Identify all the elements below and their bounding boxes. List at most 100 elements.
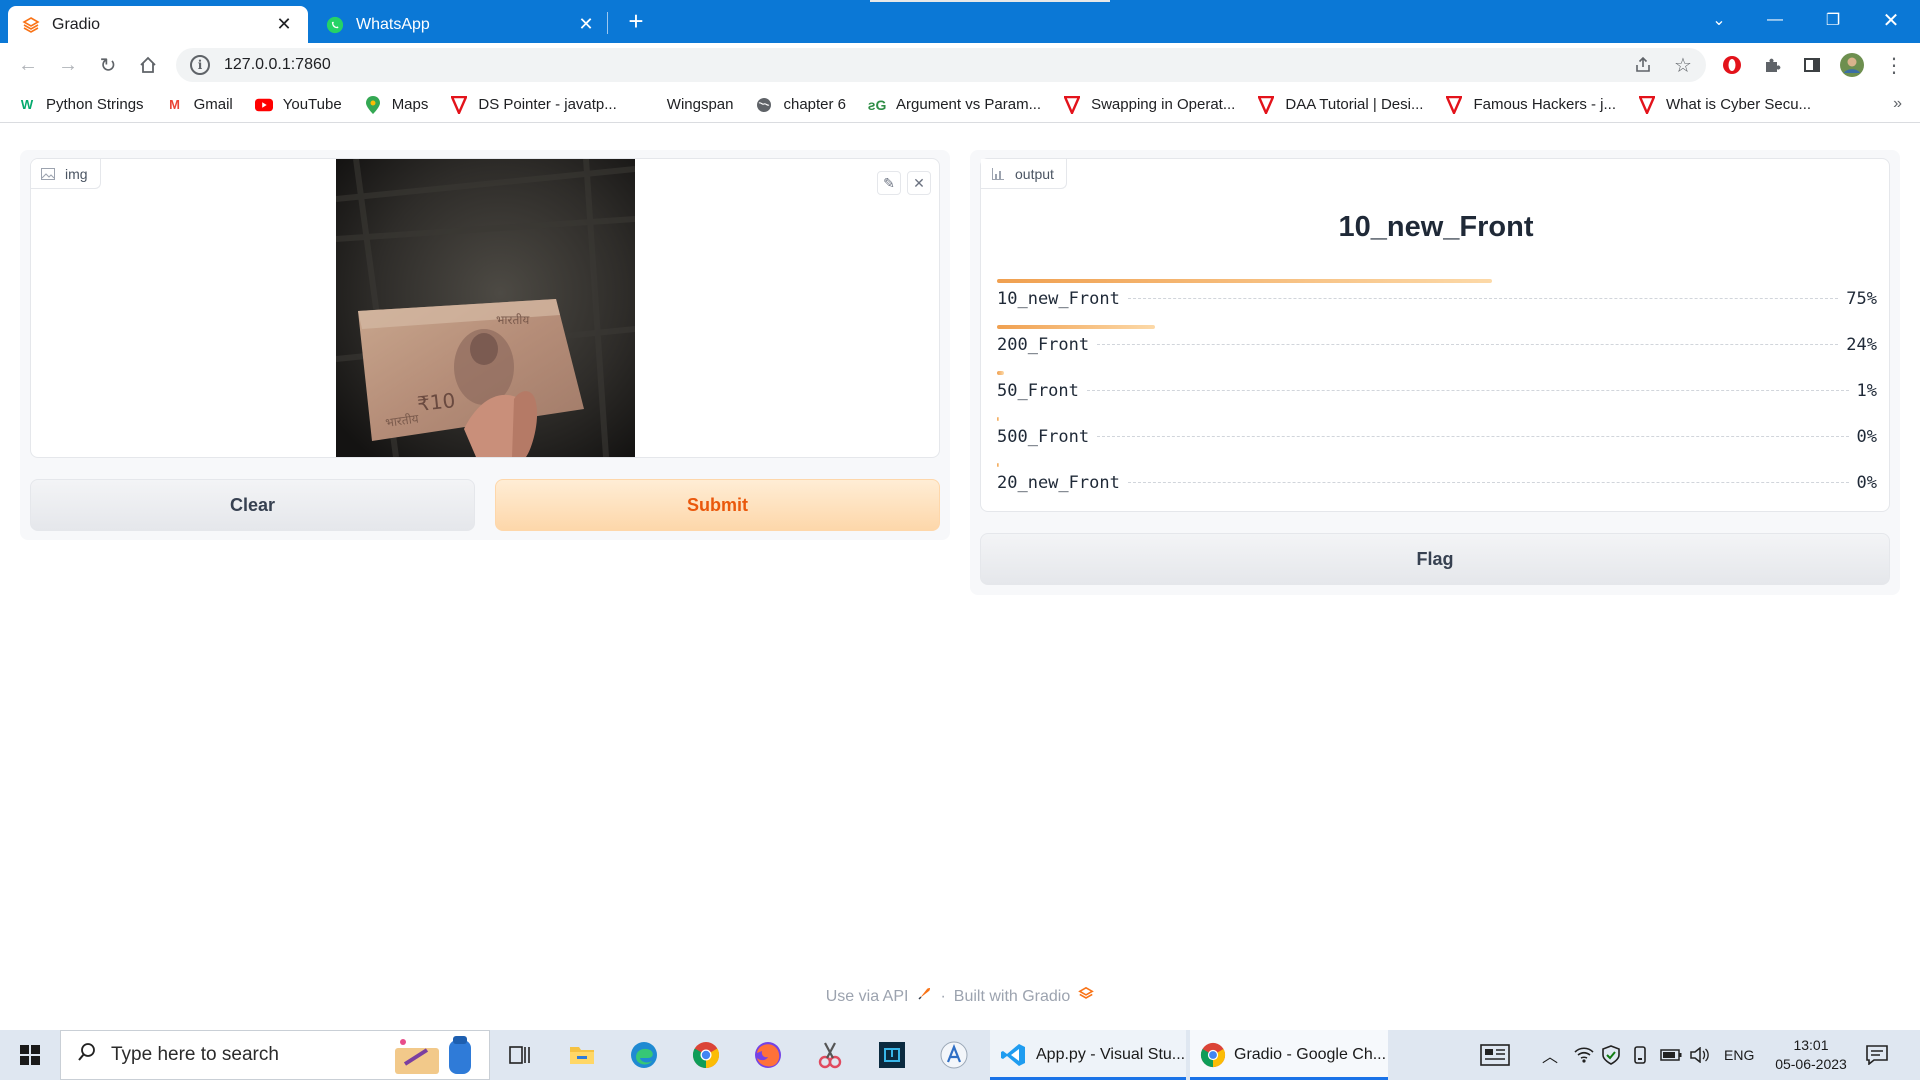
- confidence-bar: [997, 371, 1004, 375]
- news-widget-icon[interactable]: [1480, 1030, 1510, 1080]
- close-window-icon[interactable]: ✕: [1868, 0, 1914, 40]
- window-title: Gradio - Google Ch...: [1234, 1046, 1387, 1063]
- volume-speaker-icon[interactable]: [1690, 1030, 1710, 1080]
- browser-tab-strip: Gradio ✕ WhatsApp ✕ + ⌄ — ❐ ✕: [0, 0, 1920, 43]
- confidence-bar: [997, 279, 1492, 283]
- file-explorer-icon[interactable]: [558, 1035, 606, 1075]
- site-info-icon[interactable]: i: [190, 55, 210, 75]
- bookmark-item[interactable]: DAA Tutorial | Desi...: [1257, 95, 1423, 114]
- bookmark-item[interactable]: M Gmail: [166, 96, 233, 114]
- confidence-label: 50_Front: [997, 381, 1079, 401]
- device-icon[interactable]: [1632, 1030, 1648, 1080]
- more-bookmarks-chevron-icon[interactable]: »: [1893, 95, 1902, 113]
- edit-pencil-icon[interactable]: ✎: [877, 171, 901, 195]
- back-arrow-icon[interactable]: ←: [14, 51, 42, 79]
- new-tab-plus-icon[interactable]: +: [624, 8, 648, 34]
- submit-button[interactable]: Submit: [495, 479, 940, 531]
- minimize-icon[interactable]: —: [1752, 0, 1798, 40]
- bookmark-label: Maps: [391, 96, 429, 113]
- taskbar-search-box[interactable]: Type here to search: [60, 1030, 490, 1080]
- show-hidden-icons-chevron-icon[interactable]: ︿: [1542, 1030, 1558, 1080]
- gradio-icon: [22, 16, 40, 34]
- bookmark-item[interactable]: Famous Hackers - j...: [1445, 95, 1617, 114]
- bookmark-item[interactable]: YouTube: [254, 96, 342, 114]
- bookmark-item[interactable]: ƨG Argument vs Param...: [868, 96, 1041, 114]
- confidence-label: 10_new_Front: [997, 289, 1120, 309]
- built-with-gradio-link[interactable]: Built with Gradio: [954, 988, 1071, 1006]
- uploaded-banknote-image: ₹10 भारतीय भारतीय: [336, 159, 635, 457]
- confidence-percent: 0%: [1856, 427, 1877, 447]
- confidence-bar: [997, 417, 999, 421]
- image-tools: ✎ ✕: [877, 171, 931, 195]
- label-output: output 10_new_Front 10_new_Front 75% 200_F…: [980, 158, 1890, 512]
- firefox-icon[interactable]: [744, 1035, 792, 1075]
- profile-avatar-icon[interactable]: [1838, 51, 1866, 79]
- system-clock[interactable]: 13:01 05-06-2023: [1766, 1036, 1856, 1074]
- confidence-line: 20_new_Front 0%: [997, 473, 1877, 493]
- flag-button[interactable]: Flag: [980, 533, 1890, 585]
- use-via-api-link[interactable]: Use via API: [826, 988, 909, 1006]
- clock-date: 05-06-2023: [1775, 1056, 1847, 1072]
- close-tab-icon[interactable]: ✕: [576, 14, 596, 35]
- extensions-puzzle-icon[interactable]: [1758, 51, 1786, 79]
- edge-icon[interactable]: [620, 1035, 668, 1075]
- language-indicator[interactable]: ENG: [1724, 1030, 1754, 1080]
- chart-icon: [991, 167, 1005, 181]
- taskbar-window-chrome[interactable]: Gradio - Google Ch...: [1190, 1030, 1388, 1080]
- notifications-icon[interactable]: [1866, 1030, 1888, 1080]
- security-shield-icon[interactable]: [1602, 1030, 1620, 1080]
- snipping-tool-icon[interactable]: [806, 1035, 854, 1075]
- taskbar-window-vscode[interactable]: App.py - Visual Stu...: [990, 1030, 1186, 1080]
- tab-gradio[interactable]: Gradio ✕: [8, 6, 308, 43]
- bookmark-label: Argument vs Param...: [896, 96, 1042, 113]
- confidence-label: 200_Front: [997, 335, 1090, 355]
- forward-arrow-icon[interactable]: →: [54, 51, 82, 79]
- remove-image-close-icon[interactable]: ✕: [907, 171, 931, 195]
- app-store-a-icon[interactable]: [930, 1035, 978, 1075]
- tab-whatsapp[interactable]: WhatsApp ✕: [312, 6, 610, 43]
- bookmark-label: Gmail: [193, 96, 233, 113]
- clear-button[interactable]: Clear: [30, 479, 475, 531]
- bookmark-item[interactable]: Maps: [364, 95, 429, 114]
- geeks-icon: ƨG: [867, 96, 887, 113]
- globe-icon: [755, 96, 773, 114]
- bookmark-item[interactable]: chapter 6: [755, 96, 846, 114]
- bookmark-star-icon[interactable]: ☆: [1669, 51, 1697, 79]
- gmail-icon: M: [169, 97, 180, 112]
- restore-icon[interactable]: ❐: [1810, 0, 1856, 40]
- chrome-icon[interactable]: [682, 1035, 730, 1075]
- address-bar[interactable]: i 127.0.0.1:7860: [176, 48, 1706, 82]
- visual-studio-installer-icon[interactable]: [868, 1035, 916, 1075]
- browser-toolbar: ← → ↻ i 127.0.0.1:7860 ☆ ⋮: [0, 43, 1920, 87]
- reload-icon[interactable]: ↻: [94, 51, 122, 79]
- bookmark-label: Famous Hackers - j...: [1473, 96, 1617, 113]
- search-icon: [77, 1042, 97, 1068]
- windows-start-icon[interactable]: [0, 1030, 60, 1080]
- tab-title: WhatsApp: [356, 15, 430, 33]
- tab-search-chevron-icon[interactable]: ⌄: [1696, 0, 1742, 40]
- image-input[interactable]: img ₹10 भारतीय भारतीय ✎ ✕: [30, 158, 940, 458]
- tab-separator: [607, 12, 608, 34]
- bookmark-item[interactable]: DS Pointer - javatp...: [450, 95, 617, 114]
- bookmark-label: Swapping in Operat...: [1091, 96, 1236, 113]
- task-view-icon[interactable]: [496, 1035, 544, 1075]
- bookmark-item[interactable]: What is Cyber Secu...: [1638, 95, 1812, 114]
- browser-menu-icon[interactable]: ⋮: [1880, 51, 1908, 79]
- bookmark-label: What is Cyber Secu...: [1666, 96, 1812, 113]
- bookmark-item[interactable]: Wingspan: [639, 96, 734, 114]
- close-tab-icon[interactable]: ✕: [274, 14, 294, 35]
- home-icon[interactable]: [134, 51, 162, 79]
- tab-strip-highlight: [870, 0, 1110, 2]
- side-panel-icon[interactable]: [1798, 51, 1826, 79]
- share-icon[interactable]: [1629, 51, 1657, 79]
- confidence-percent: 24%: [1846, 335, 1877, 355]
- opera-extension-icon[interactable]: [1718, 51, 1746, 79]
- w3schools-icon: W: [20, 97, 34, 112]
- confidence-percent: 75%: [1846, 289, 1877, 309]
- bookmark-item[interactable]: Swapping in Operat...: [1063, 95, 1236, 114]
- battery-icon[interactable]: [1660, 1030, 1682, 1080]
- network-wifi-icon[interactable]: [1574, 1030, 1594, 1080]
- confidence-row: 50_Front 1%: [997, 371, 1877, 417]
- bookmark-item[interactable]: W Python Strings: [18, 96, 144, 114]
- gradio-footer: Use via API · Built with Gradio: [0, 986, 1920, 1007]
